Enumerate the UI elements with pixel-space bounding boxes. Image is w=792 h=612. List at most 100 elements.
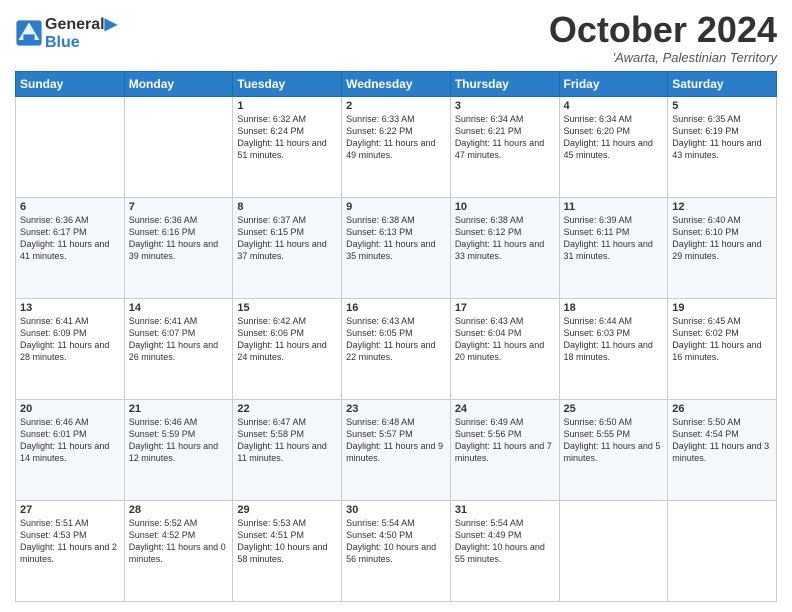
calendar-cell: 19Sunrise: 6:45 AM Sunset: 6:02 PM Dayli… bbox=[668, 298, 777, 399]
day-content: Sunrise: 6:46 AM Sunset: 6:01 PM Dayligh… bbox=[20, 416, 120, 465]
day-content: Sunrise: 6:37 AM Sunset: 6:15 PM Dayligh… bbox=[237, 214, 337, 263]
day-number: 8 bbox=[237, 201, 337, 213]
logo-icon bbox=[15, 19, 43, 47]
calendar-cell: 20Sunrise: 6:46 AM Sunset: 6:01 PM Dayli… bbox=[16, 399, 125, 500]
day-number: 13 bbox=[20, 302, 120, 314]
day-number: 10 bbox=[455, 201, 555, 213]
day-content: Sunrise: 6:42 AM Sunset: 6:06 PM Dayligh… bbox=[237, 315, 337, 364]
day-number: 5 bbox=[672, 100, 772, 112]
calendar-cell: 7Sunrise: 6:36 AM Sunset: 6:16 PM Daylig… bbox=[124, 197, 233, 298]
calendar-cell: 22Sunrise: 6:47 AM Sunset: 5:58 PM Dayli… bbox=[233, 399, 342, 500]
calendar-day-header: Saturday bbox=[668, 71, 777, 96]
day-number: 20 bbox=[20, 403, 120, 415]
calendar-cell: 12Sunrise: 6:40 AM Sunset: 6:10 PM Dayli… bbox=[668, 197, 777, 298]
day-number: 18 bbox=[564, 302, 664, 314]
calendar-cell: 29Sunrise: 5:53 AM Sunset: 4:51 PM Dayli… bbox=[233, 500, 342, 601]
day-content: Sunrise: 6:33 AM Sunset: 6:22 PM Dayligh… bbox=[346, 113, 446, 162]
location-subtitle: 'Awarta, Palestinian Territory bbox=[549, 50, 777, 65]
title-block: October 2024 'Awarta, Palestinian Territ… bbox=[549, 10, 777, 65]
calendar-cell: 6Sunrise: 6:36 AM Sunset: 6:17 PM Daylig… bbox=[16, 197, 125, 298]
calendar-cell: 1Sunrise: 6:32 AM Sunset: 6:24 PM Daylig… bbox=[233, 96, 342, 197]
day-number: 3 bbox=[455, 100, 555, 112]
day-content: Sunrise: 5:50 AM Sunset: 4:54 PM Dayligh… bbox=[672, 416, 772, 465]
day-content: Sunrise: 6:43 AM Sunset: 6:04 PM Dayligh… bbox=[455, 315, 555, 364]
calendar-cell: 16Sunrise: 6:43 AM Sunset: 6:05 PM Dayli… bbox=[342, 298, 451, 399]
calendar-cell: 14Sunrise: 6:41 AM Sunset: 6:07 PM Dayli… bbox=[124, 298, 233, 399]
calendar-cell: 31Sunrise: 5:54 AM Sunset: 4:49 PM Dayli… bbox=[450, 500, 559, 601]
calendar-cell: 26Sunrise: 5:50 AM Sunset: 4:54 PM Dayli… bbox=[668, 399, 777, 500]
day-number: 23 bbox=[346, 403, 446, 415]
calendar-cell: 8Sunrise: 6:37 AM Sunset: 6:15 PM Daylig… bbox=[233, 197, 342, 298]
calendar-day-header: Thursday bbox=[450, 71, 559, 96]
day-content: Sunrise: 6:35 AM Sunset: 6:19 PM Dayligh… bbox=[672, 113, 772, 162]
day-content: Sunrise: 6:38 AM Sunset: 6:13 PM Dayligh… bbox=[346, 214, 446, 263]
day-content: Sunrise: 5:51 AM Sunset: 4:53 PM Dayligh… bbox=[20, 517, 120, 566]
day-content: Sunrise: 6:48 AM Sunset: 5:57 PM Dayligh… bbox=[346, 416, 446, 465]
day-number: 1 bbox=[237, 100, 337, 112]
day-number: 21 bbox=[129, 403, 229, 415]
day-number: 29 bbox=[237, 504, 337, 516]
calendar-cell bbox=[124, 96, 233, 197]
day-content: Sunrise: 6:36 AM Sunset: 6:17 PM Dayligh… bbox=[20, 214, 120, 263]
calendar-cell bbox=[668, 500, 777, 601]
day-content: Sunrise: 6:39 AM Sunset: 6:11 PM Dayligh… bbox=[564, 214, 664, 263]
day-number: 26 bbox=[672, 403, 772, 415]
calendar-cell: 3Sunrise: 6:34 AM Sunset: 6:21 PM Daylig… bbox=[450, 96, 559, 197]
calendar-cell: 27Sunrise: 5:51 AM Sunset: 4:53 PM Dayli… bbox=[16, 500, 125, 601]
calendar-day-header: Tuesday bbox=[233, 71, 342, 96]
day-number: 16 bbox=[346, 302, 446, 314]
day-content: Sunrise: 6:34 AM Sunset: 6:20 PM Dayligh… bbox=[564, 113, 664, 162]
calendar-cell: 4Sunrise: 6:34 AM Sunset: 6:20 PM Daylig… bbox=[559, 96, 668, 197]
calendar-cell: 25Sunrise: 6:50 AM Sunset: 5:55 PM Dayli… bbox=[559, 399, 668, 500]
calendar-cell: 9Sunrise: 6:38 AM Sunset: 6:13 PM Daylig… bbox=[342, 197, 451, 298]
day-number: 7 bbox=[129, 201, 229, 213]
calendar-cell: 28Sunrise: 5:52 AM Sunset: 4:52 PM Dayli… bbox=[124, 500, 233, 601]
calendar-cell: 15Sunrise: 6:42 AM Sunset: 6:06 PM Dayli… bbox=[233, 298, 342, 399]
day-content: Sunrise: 5:54 AM Sunset: 4:50 PM Dayligh… bbox=[346, 517, 446, 566]
day-content: Sunrise: 6:38 AM Sunset: 6:12 PM Dayligh… bbox=[455, 214, 555, 263]
day-content: Sunrise: 6:45 AM Sunset: 6:02 PM Dayligh… bbox=[672, 315, 772, 364]
day-content: Sunrise: 5:54 AM Sunset: 4:49 PM Dayligh… bbox=[455, 517, 555, 566]
day-number: 24 bbox=[455, 403, 555, 415]
day-number: 9 bbox=[346, 201, 446, 213]
calendar-cell: 24Sunrise: 6:49 AM Sunset: 5:56 PM Dayli… bbox=[450, 399, 559, 500]
calendar-cell: 30Sunrise: 5:54 AM Sunset: 4:50 PM Dayli… bbox=[342, 500, 451, 601]
day-number: 11 bbox=[564, 201, 664, 213]
calendar-header-row: SundayMondayTuesdayWednesdayThursdayFrid… bbox=[16, 71, 777, 96]
day-number: 25 bbox=[564, 403, 664, 415]
day-content: Sunrise: 6:47 AM Sunset: 5:58 PM Dayligh… bbox=[237, 416, 337, 465]
day-number: 12 bbox=[672, 201, 772, 213]
day-content: Sunrise: 6:43 AM Sunset: 6:05 PM Dayligh… bbox=[346, 315, 446, 364]
calendar-cell: 5Sunrise: 6:35 AM Sunset: 6:19 PM Daylig… bbox=[668, 96, 777, 197]
calendar-week-row: 1Sunrise: 6:32 AM Sunset: 6:24 PM Daylig… bbox=[16, 96, 777, 197]
day-content: Sunrise: 6:34 AM Sunset: 6:21 PM Dayligh… bbox=[455, 113, 555, 162]
day-content: Sunrise: 6:44 AM Sunset: 6:03 PM Dayligh… bbox=[564, 315, 664, 364]
day-content: Sunrise: 6:41 AM Sunset: 6:07 PM Dayligh… bbox=[129, 315, 229, 364]
day-content: Sunrise: 6:41 AM Sunset: 6:09 PM Dayligh… bbox=[20, 315, 120, 364]
header: General▶ Blue October 2024 'Awarta, Pale… bbox=[15, 10, 777, 65]
month-title: October 2024 bbox=[549, 10, 777, 50]
day-number: 19 bbox=[672, 302, 772, 314]
calendar-cell: 21Sunrise: 6:46 AM Sunset: 5:59 PM Dayli… bbox=[124, 399, 233, 500]
day-number: 30 bbox=[346, 504, 446, 516]
calendar-day-header: Sunday bbox=[16, 71, 125, 96]
calendar-cell: 13Sunrise: 6:41 AM Sunset: 6:09 PM Dayli… bbox=[16, 298, 125, 399]
day-number: 17 bbox=[455, 302, 555, 314]
calendar-day-header: Friday bbox=[559, 71, 668, 96]
day-number: 15 bbox=[237, 302, 337, 314]
day-number: 27 bbox=[20, 504, 120, 516]
day-content: Sunrise: 5:53 AM Sunset: 4:51 PM Dayligh… bbox=[237, 517, 337, 566]
day-number: 22 bbox=[237, 403, 337, 415]
logo-text: General▶ Blue bbox=[45, 14, 117, 52]
calendar-day-header: Monday bbox=[124, 71, 233, 96]
calendar-day-header: Wednesday bbox=[342, 71, 451, 96]
calendar-cell: 10Sunrise: 6:38 AM Sunset: 6:12 PM Dayli… bbox=[450, 197, 559, 298]
calendar-cell bbox=[559, 500, 668, 601]
calendar-cell: 17Sunrise: 6:43 AM Sunset: 6:04 PM Dayli… bbox=[450, 298, 559, 399]
day-number: 28 bbox=[129, 504, 229, 516]
day-number: 14 bbox=[129, 302, 229, 314]
calendar-week-row: 27Sunrise: 5:51 AM Sunset: 4:53 PM Dayli… bbox=[16, 500, 777, 601]
calendar-cell: 23Sunrise: 6:48 AM Sunset: 5:57 PM Dayli… bbox=[342, 399, 451, 500]
day-number: 2 bbox=[346, 100, 446, 112]
calendar-cell bbox=[16, 96, 125, 197]
